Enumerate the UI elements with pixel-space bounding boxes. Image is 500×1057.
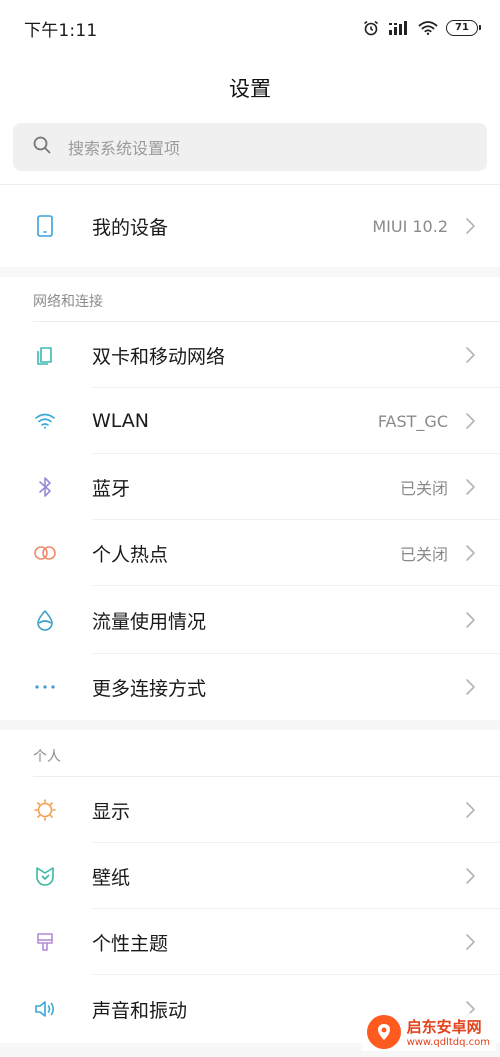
water-drop-icon [33,608,57,632]
watermark-text: 启东安卓网 www.qdltdq.com [407,1016,490,1048]
more-dots-icon [33,675,57,699]
chevron-right-icon [466,218,475,234]
watermark-name: 启东安卓网 [406,1018,482,1036]
item-label: WLAN [92,410,150,432]
watermark: 启东安卓网 www.qdltdq.com [360,1013,496,1051]
hotspot-icon [33,541,57,565]
bluetooth-icon [33,475,57,499]
section-header-network: 网络和连接 [33,294,103,310]
my-device-value: MIUI 10.2 [372,216,448,236]
title-bar: 设置 [0,66,500,110]
bluetooth-value: 已关闭 [399,479,448,498]
chevron-right-icon [466,612,475,628]
sun-icon [33,798,57,822]
watermark-logo-icon [366,1015,401,1049]
item-label: 显示 [92,800,131,823]
wifi-status-icon [418,20,438,36]
sim-card-icon [33,343,57,367]
sidebar-item-hotspot[interactable]: 个人热点 已关闭 [0,520,500,586]
search-input[interactable]: 搜索系统设置项 [13,123,487,171]
wlan-value: FAST_GC [377,411,448,431]
status-time: 下午1:11 [24,20,98,41]
search-placeholder: 搜索系统设置项 [68,139,181,158]
chevron-right-icon [466,868,475,884]
item-label: 流量使用情况 [92,610,207,633]
chevron-right-icon [466,802,475,818]
item-label: 双卡和移动网络 [92,345,226,368]
hotspot-value: 已关闭 [399,545,448,564]
sidebar-item-display[interactable]: 显示 [0,777,500,843]
wifi-icon [33,409,57,433]
chevron-right-icon [466,679,475,695]
item-label: 壁纸 [92,866,131,889]
sidebar-item-wallpaper[interactable]: 壁纸 [0,843,500,909]
paint-brush-icon [33,930,57,954]
section-gap [0,267,500,277]
chevron-right-icon [466,545,475,561]
item-label: 声音和振动 [92,999,188,1022]
page-title: 设置 [229,77,271,101]
chevron-right-icon [466,413,475,429]
sidebar-item-wlan[interactable]: WLAN FAST_GC [0,388,500,454]
item-label: 个性主题 [92,932,169,955]
wallpaper-icon [33,864,57,888]
my-device-label: 我的设备 [92,216,169,239]
sidebar-item-bluetooth[interactable]: 蓝牙 已关闭 [0,454,500,520]
section-header-personal: 个人 [33,749,61,765]
alarm-icon [362,19,380,37]
status-bar: 下午1:11 71 [0,0,500,56]
battery-level: 71 [455,22,469,33]
signal-icon [388,20,410,36]
search-icon [33,136,51,158]
chevron-right-icon [466,347,475,363]
status-icons: 71 [362,19,481,37]
my-device-item[interactable]: 我的设备 MIUI 10.2 [0,185,500,267]
item-label: 蓝牙 [92,477,131,500]
speaker-icon [33,997,57,1021]
sidebar-item-dual-sim[interactable]: 双卡和移动网络 [0,322,500,388]
sidebar-item-themes[interactable]: 个性主题 [0,909,500,975]
chevron-right-icon [466,934,475,950]
item-label: 个人热点 [92,543,169,566]
section-gap [0,720,500,730]
sidebar-item-data-usage[interactable]: 流量使用情况 [0,586,500,654]
chevron-right-icon [466,479,475,495]
item-label: 更多连接方式 [92,677,207,700]
sidebar-item-more-connections[interactable]: 更多连接方式 [0,654,500,720]
battery-icon: 71 [446,20,481,36]
watermark-url: www.qdltdq.com [406,1037,490,1048]
phone-icon [33,214,57,238]
